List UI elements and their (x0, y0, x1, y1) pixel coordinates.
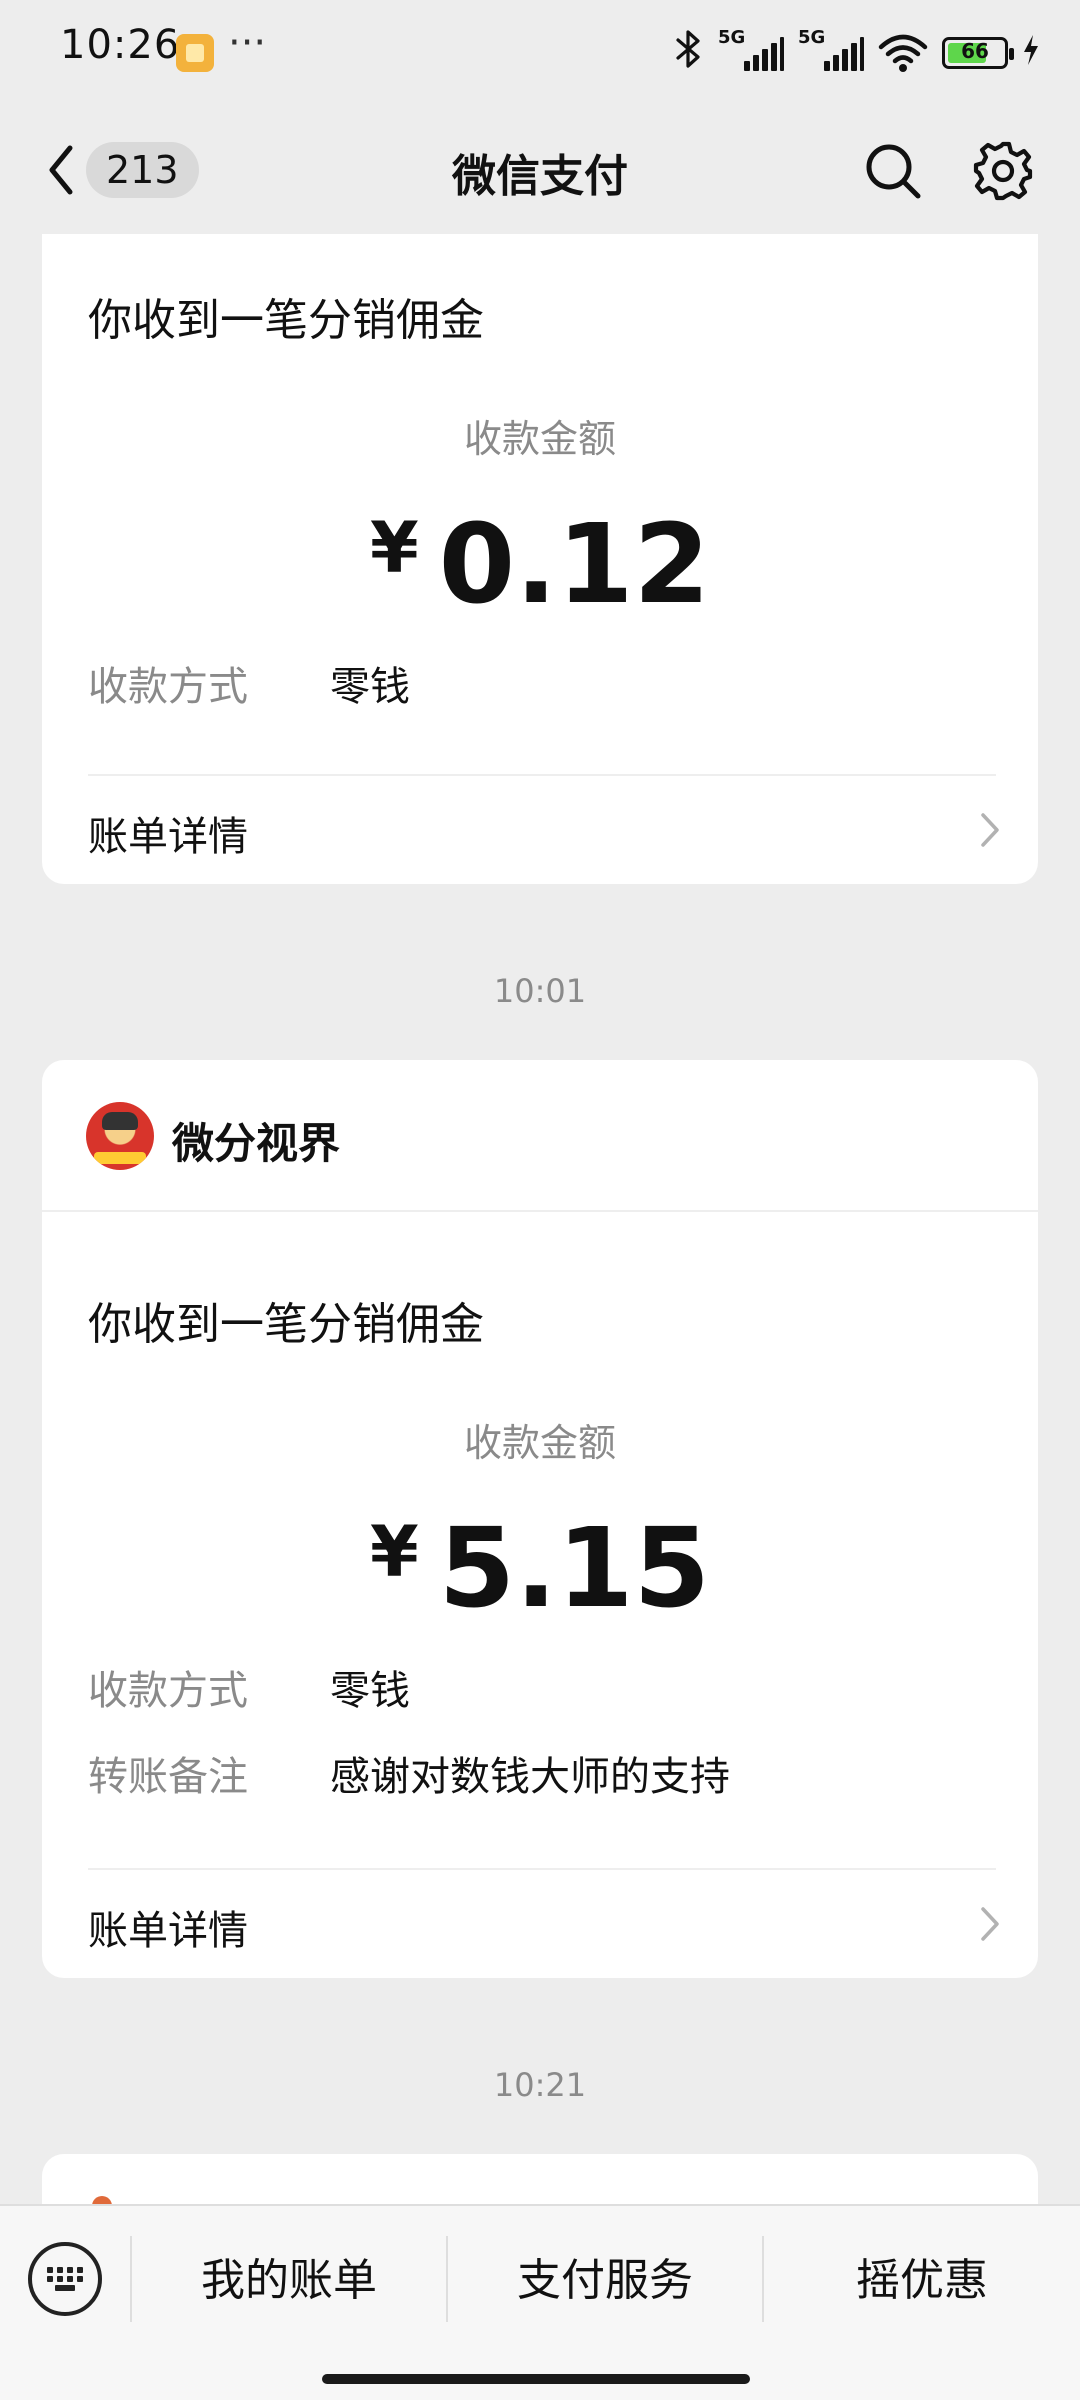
payment-method-value: 零钱 (330, 1668, 410, 1714)
payment-card: 你收到一笔分销佣金 收款金额 ¥0.12 收款方式 零钱 账单详情 (42, 234, 1038, 884)
notification-title: 你收到一笔分销佣金 (88, 1299, 484, 1350)
amount-label: 收款金额 (463, 1421, 616, 1465)
search-icon (866, 144, 921, 199)
payment-services-menu[interactable]: 支付服务 (448, 2246, 762, 2316)
status-bar: 10:26 ··· 5G 5G 66 (0, 0, 1080, 100)
transfer-note-label: 转账备注 (88, 1754, 248, 1800)
keyboard-toggle-button[interactable] (28, 2242, 102, 2316)
timestamp: 10:21 (493, 2066, 587, 2104)
currency-symbol: ¥ (369, 1511, 419, 1593)
status-icons: 5G 5G 66 (674, 27, 1040, 78)
battery-icon: 66 (942, 37, 1014, 69)
transfer-note-value: 感谢对数钱大师的支持 (330, 1754, 730, 1800)
divider (42, 1210, 1038, 1212)
payment-method-value: 零钱 (330, 664, 410, 710)
bottom-menu: 我的账单 支付服务 摇优惠 (0, 2204, 1080, 2400)
nav-bar: 213 微信支付 (0, 110, 1080, 230)
network-type-label: 5G (718, 27, 746, 48)
keyboard-icon (47, 2267, 83, 2291)
amount-label: 收款金额 (463, 417, 616, 461)
wifi-icon (878, 33, 928, 73)
timestamp: 10:01 (493, 972, 587, 1010)
chevron-right-icon (981, 1907, 999, 1941)
payment-method-label: 收款方式 (88, 1668, 248, 1714)
payment-method-label: 收款方式 (88, 664, 248, 710)
notification-title: 你收到一笔分销佣金 (88, 295, 484, 346)
my-bills-menu[interactable]: 我的账单 (132, 2246, 446, 2316)
bill-details-label: 账单详情 (88, 814, 248, 860)
currency-symbol: ¥ (369, 507, 419, 589)
gear-icon (973, 141, 1033, 201)
screen: 10:26 ··· 5G 5G 66 213 微信支付 你收到一笔分销佣金 收款… (0, 0, 1080, 2400)
bill-details-link[interactable]: 账单详情 (42, 1870, 1038, 1978)
bill-details-label: 账单详情 (88, 1908, 248, 1954)
merchant-name[interactable]: 微分视界 (172, 1110, 340, 1171)
settings-button[interactable] (972, 140, 1034, 202)
signal-icon: 5G (718, 27, 784, 73)
home-indicator[interactable] (322, 2374, 750, 2384)
amount: ¥0.12 (42, 500, 1038, 628)
amount: ¥5.15 (42, 1504, 1038, 1632)
bill-details-link[interactable]: 账单详情 (42, 776, 1038, 884)
search-button[interactable] (862, 140, 924, 202)
battery-level: 66 (961, 39, 989, 63)
bluetooth-icon (674, 29, 704, 78)
charging-icon (1022, 34, 1040, 73)
signal-icon: 5G (798, 27, 864, 73)
merchant-avatar[interactable] (86, 1102, 154, 1170)
payment-card: 微分视界 你收到一笔分销佣金 收款金额 ¥5.15 收款方式 零钱 转账备注 感… (42, 1060, 1038, 1978)
status-time: 10:26 (60, 22, 181, 68)
more-notifications-indicator: ··· (228, 20, 267, 66)
shake-offers-menu[interactable]: 摇优惠 (764, 2246, 1080, 2316)
chevron-right-icon (981, 813, 999, 847)
amount-value: 5.15 (438, 1504, 711, 1632)
network-type-label: 5G (798, 27, 826, 48)
amount-value: 0.12 (438, 500, 711, 628)
notes-app-icon (176, 34, 214, 72)
